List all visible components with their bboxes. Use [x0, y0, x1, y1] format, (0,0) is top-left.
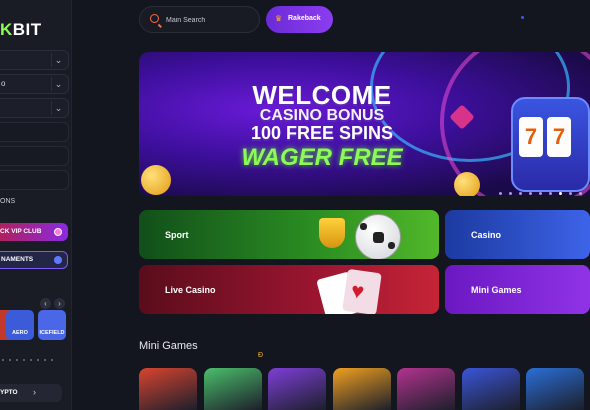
sidebar-dropdown-1[interactable]: ⌄: [0, 50, 69, 70]
category-live-casino[interactable]: Live Casino ♥: [139, 265, 439, 314]
sidebar-item-promotions[interactable]: ONS: [0, 198, 15, 205]
casino-home-page: KBIT ⌄ o ⌄ ⌄ ONS CK VIP CLUB NAMENTS ‹›: [0, 0, 590, 410]
crypto-label: YPTO: [0, 389, 18, 396]
chevron-left-icon[interactable]: ‹: [40, 298, 51, 309]
chevron-right-icon[interactable]: ›: [54, 298, 65, 309]
slot-reel: 7: [547, 117, 571, 157]
pagination-dot[interactable]: [549, 192, 552, 195]
rakeback-button[interactable]: ♛ Rakeback: [266, 6, 333, 33]
pagination-dot[interactable]: [579, 192, 582, 195]
category-label: Sport: [165, 230, 189, 240]
category-mini-games[interactable]: Mini Games: [445, 265, 590, 314]
sidebar-game-tile[interactable]: ICEFIELD: [38, 310, 66, 340]
sidebar-game-tile-label: ICEFIELD: [39, 330, 65, 336]
category-label: Live Casino: [165, 285, 216, 295]
coin-icon: [141, 165, 171, 195]
pagination-dot[interactable]: [499, 192, 502, 195]
category-sport[interactable]: Sport: [139, 210, 439, 259]
mini-game-tile[interactable]: [526, 368, 584, 410]
chevron-down-icon[interactable]: ⌄: [51, 53, 65, 67]
logo-right-text: BIT: [12, 20, 42, 39]
vip-badge-icon: [54, 228, 62, 236]
promo-banner[interactable]: WELCOME CASINO BONUS 100 FREE SPINS WAGE…: [139, 52, 590, 196]
tournaments-button[interactable]: NAMENTS: [0, 251, 68, 269]
heart-icon: ♥: [349, 277, 366, 305]
mini-game-tile[interactable]: [397, 368, 455, 410]
coin-icon: [454, 172, 480, 196]
sidebar-dropdown-label: o: [1, 79, 6, 88]
logo[interactable]: KBIT: [0, 20, 42, 40]
sidebar-carousel-controls: ‹ ›: [40, 293, 68, 311]
sidebar-item-2[interactable]: [0, 146, 69, 166]
category-casino[interactable]: Casino: [445, 210, 590, 259]
sidebar-game-tile-label: AERO: [12, 330, 28, 336]
trophy-icon: [319, 218, 345, 248]
crypto-button[interactable]: YPTO ›: [0, 384, 62, 402]
sidebar-item-1[interactable]: [0, 122, 69, 142]
search-input[interactable]: [166, 13, 254, 27]
section-marker: Ð: [258, 352, 264, 359]
pagination-dot[interactable]: [519, 192, 522, 195]
mini-game-tile[interactable]: [139, 368, 197, 410]
vip-club-label: CK VIP CLUB: [0, 228, 42, 235]
pagination-dot[interactable]: [539, 192, 542, 195]
slot-reel: 7: [519, 117, 543, 157]
tournament-icon: [54, 256, 62, 264]
mini-game-tile[interactable]: [203, 368, 262, 410]
logo-left-text: K: [0, 20, 13, 39]
pagination-dot[interactable]: [569, 192, 572, 195]
rakeback-label: Rakeback: [288, 15, 321, 22]
sidebar-item-3[interactable]: [0, 170, 69, 190]
search-box[interactable]: [139, 6, 260, 33]
vip-club-button[interactable]: CK VIP CLUB: [0, 223, 68, 241]
playing-card-icon: ♥: [342, 268, 382, 314]
category-label: Casino: [471, 230, 502, 240]
pagination-dot[interactable]: [529, 192, 532, 195]
mini-game-tile[interactable]: [332, 368, 391, 410]
sidebar-dropdown-2[interactable]: o ⌄: [0, 74, 69, 94]
tournaments-label: NAMENTS: [1, 256, 34, 263]
chevron-down-icon[interactable]: ⌄: [51, 101, 65, 115]
pagination-dot[interactable]: [559, 192, 562, 195]
slot-machine-icon: 7 7: [511, 97, 590, 192]
mini-game-tile[interactable]: [461, 368, 520, 410]
notification-dot: [521, 16, 524, 19]
banner-pagination: [499, 182, 589, 196]
crown-icon: ♛: [275, 14, 283, 23]
sidebar: KBIT ⌄ o ⌄ ⌄ ONS CK VIP CLUB NAMENTS ‹›: [0, 0, 72, 410]
chevron-right-icon: ›: [33, 387, 36, 397]
pagination-dot[interactable]: [509, 192, 512, 195]
sidebar-dropdown-3[interactable]: ⌄: [0, 98, 69, 118]
sidebar-carousel-dots: [2, 348, 58, 366]
mini-game-tile[interactable]: [268, 368, 326, 410]
banner-offer: 100 FREE SPINS: [250, 123, 394, 143]
section-title: Mini Games: [139, 340, 198, 352]
search-icon: [150, 14, 159, 23]
banner-highlight: WAGER FREE: [241, 144, 403, 171]
sidebar-game-tile[interactable]: AERO: [6, 310, 34, 340]
soccer-ball-icon: [355, 214, 401, 259]
chevron-down-icon[interactable]: ⌄: [51, 77, 65, 91]
category-label: Mini Games: [471, 285, 522, 295]
